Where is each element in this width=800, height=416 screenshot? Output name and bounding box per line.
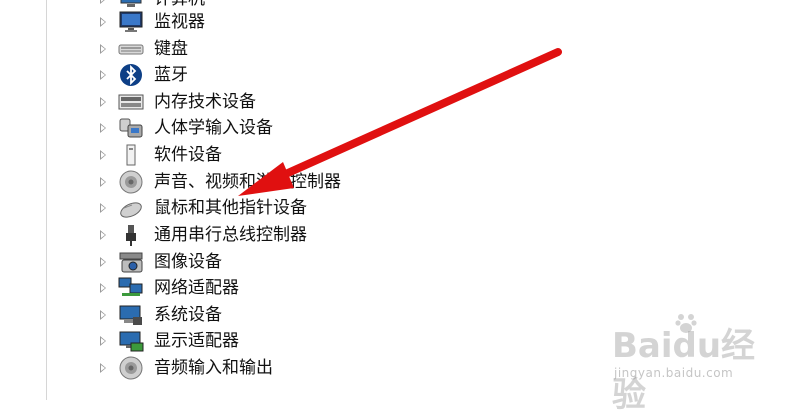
tree-item-label: 内存技术设备 bbox=[154, 92, 256, 112]
tree-item-mouse[interactable]: 鼠标和其他指针设备 bbox=[0, 195, 480, 221]
tree-item-label: 蓝牙 bbox=[154, 65, 188, 85]
tree-item-usb[interactable]: 通用串行总线控制器 bbox=[0, 222, 480, 248]
tree-item-label: 鼠标和其他指针设备 bbox=[154, 198, 307, 218]
tree-item-imaging-device[interactable]: 图像设备 bbox=[0, 249, 480, 275]
expand-arrow-icon[interactable] bbox=[100, 70, 106, 80]
tree-item-memory-device[interactable]: 内存技术设备 bbox=[0, 89, 480, 115]
tree-item-label: 监视器 bbox=[154, 12, 205, 32]
software-device-icon bbox=[126, 144, 136, 166]
expand-arrow-icon[interactable] bbox=[100, 310, 106, 320]
usb-icon bbox=[126, 225, 136, 246]
expand-arrow-icon[interactable] bbox=[100, 97, 106, 107]
network-adapter-icon bbox=[118, 277, 143, 296]
camera-icon bbox=[119, 252, 143, 273]
tree-item-hid[interactable]: 人体学输入设备 bbox=[0, 115, 480, 141]
expand-arrow-icon[interactable] bbox=[100, 283, 106, 293]
bluetooth-icon bbox=[120, 64, 142, 86]
monitor-icon bbox=[119, 11, 143, 32]
expand-arrow-icon[interactable] bbox=[100, 363, 106, 373]
tree-item-label: 音频输入和输出 bbox=[154, 358, 273, 378]
tree-item-system-device[interactable]: 系统设备 bbox=[0, 302, 480, 328]
system-device-icon bbox=[119, 305, 142, 325]
expand-arrow-icon[interactable] bbox=[100, 230, 106, 240]
tree-item-label: 人体学输入设备 bbox=[154, 118, 273, 138]
tree-item-label: 显示适配器 bbox=[154, 331, 239, 351]
tree-item-keyboard[interactable]: 键盘 bbox=[0, 36, 480, 62]
tree-item-display-adapter[interactable]: 显示适配器 bbox=[0, 328, 480, 354]
expand-arrow-icon[interactable] bbox=[100, 17, 106, 27]
tree-item-label: 软件设备 bbox=[154, 145, 222, 165]
expand-arrow-icon[interactable] bbox=[100, 44, 106, 54]
expand-arrow-icon[interactable] bbox=[100, 336, 106, 346]
tree-item-label: 图像设备 bbox=[154, 252, 222, 272]
expand-arrow-icon[interactable] bbox=[100, 203, 106, 213]
tree-item-network-adapter[interactable]: 网络适配器 bbox=[0, 275, 480, 301]
watermark-url: jingyan.baidu.com bbox=[614, 366, 734, 380]
expand-arrow-icon[interactable] bbox=[100, 177, 106, 187]
tree-item-label: 声音、视频和游戏控制器 bbox=[154, 172, 341, 192]
display-adapter-icon bbox=[119, 331, 144, 352]
tree-item-label: 系统设备 bbox=[154, 305, 222, 325]
mouse-icon bbox=[120, 202, 142, 218]
keyboard-icon bbox=[118, 44, 144, 55]
tree-item-label: 网络适配器 bbox=[154, 278, 239, 298]
expand-arrow-icon[interactable] bbox=[100, 150, 106, 160]
tree-item-bluetooth[interactable]: 蓝牙 bbox=[0, 62, 480, 88]
hid-icon bbox=[119, 118, 143, 138]
expand-arrow-icon[interactable] bbox=[100, 257, 106, 267]
audio-io-icon bbox=[119, 356, 143, 380]
baidu-watermark: Baidu经验 jingyan.baidu.com bbox=[612, 310, 782, 415]
speaker-icon bbox=[119, 170, 143, 194]
tree-item-monitor[interactable]: 监视器 bbox=[0, 9, 480, 35]
expand-arrow-icon[interactable] bbox=[100, 123, 106, 133]
memory-device-icon bbox=[118, 94, 144, 110]
expand-arrow-icon[interactable] bbox=[100, 0, 106, 4]
tree-item-software-device[interactable]: 软件设备 bbox=[0, 142, 480, 168]
tree-item-sound-video-game[interactable]: 声音、视频和游戏控制器 bbox=[0, 169, 480, 195]
tree-item-audio-io[interactable]: 音频输入和输出 bbox=[0, 355, 480, 381]
tree-item-label: 通用串行总线控制器 bbox=[154, 225, 307, 245]
tree-item-label: 键盘 bbox=[154, 39, 188, 59]
